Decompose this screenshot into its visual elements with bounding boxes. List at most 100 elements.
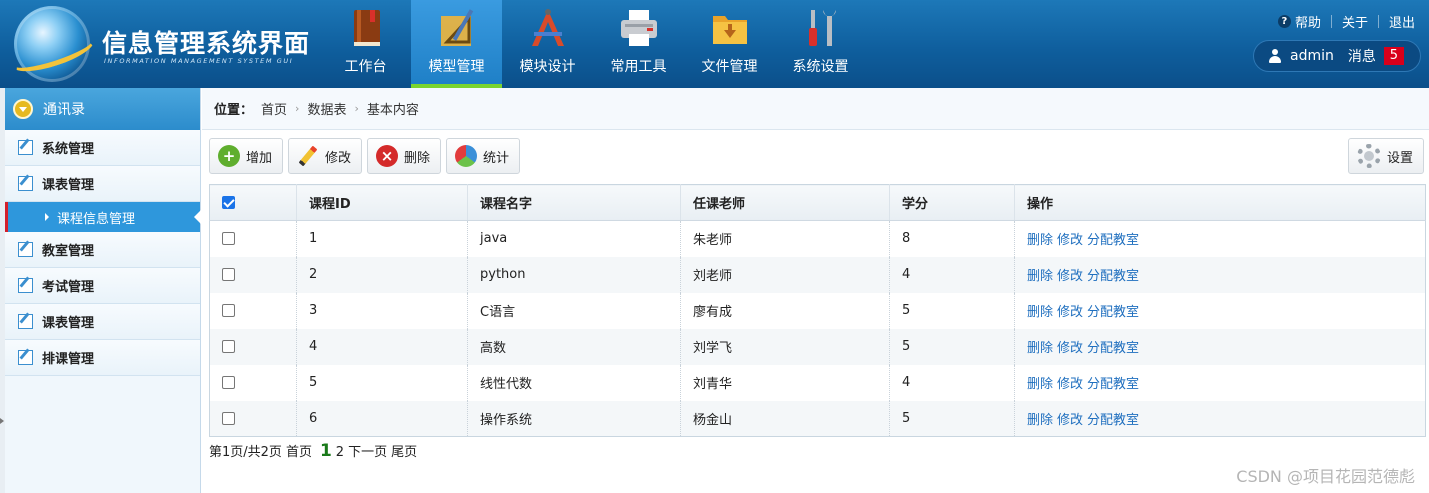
username[interactable]: admin	[1290, 48, 1334, 64]
edit-icon	[18, 350, 33, 365]
row-assign-classroom-link[interactable]: 分配教室	[1087, 341, 1139, 356]
table-header-row: 课程ID 课程名字 任课老师 学分 操作	[209, 184, 1426, 221]
column-header-credit[interactable]: 学分	[889, 184, 1015, 221]
breadcrumb-home[interactable]: 首页	[261, 99, 287, 118]
row-checkbox[interactable]	[222, 376, 235, 389]
cell-teacher: 刘青华	[680, 364, 890, 401]
sidebar-header[interactable]: 通讯录	[5, 88, 200, 130]
edit-icon	[18, 140, 33, 155]
nav-item-file-management[interactable]: 文件管理	[684, 0, 775, 88]
sidebar-item-exam-management[interactable]: 考试管理	[5, 268, 200, 304]
add-button[interactable]: + 增加	[209, 138, 284, 174]
expand-arrow-icon[interactable]	[0, 418, 4, 424]
sidebar-item-schedule-management-2[interactable]: 课表管理	[5, 304, 200, 340]
cell-course-name: 操作系统	[467, 400, 681, 437]
cell-teacher: 刘老师	[680, 256, 890, 293]
course-table: 课程ID 课程名字 任课老师 学分 操作 1 java 朱老师 8 删除 修改 分配…	[209, 184, 1426, 437]
row-edit-link[interactable]: 修改	[1057, 377, 1083, 392]
cell-credit: 5	[889, 400, 1015, 437]
row-delete-link[interactable]: 删除	[1027, 269, 1053, 284]
row-checkbox[interactable]	[222, 340, 235, 353]
wrench-screwdriver-icon	[809, 10, 836, 46]
nav-item-system-settings[interactable]: 系统设置	[775, 0, 866, 88]
nav-label: 系统设置	[792, 59, 849, 75]
sidebar-item-label: 考试管理	[42, 280, 95, 295]
edit-button[interactable]: 修改	[288, 138, 363, 174]
messages-link[interactable]: 消息	[1348, 46, 1376, 66]
divider	[1377, 15, 1379, 28]
sidebar-item-course-arrangement[interactable]: 排课管理	[5, 340, 200, 376]
sidebar-subitem-course-info[interactable]: 课程信息管理	[5, 202, 201, 232]
row-assign-classroom-link[interactable]: 分配教室	[1087, 377, 1139, 392]
nav-item-common-tools[interactable]: 常用工具	[593, 0, 684, 88]
close-icon: ×	[376, 145, 399, 167]
delete-button-label: 删除	[404, 150, 431, 166]
row-select-cell	[209, 292, 297, 329]
book-icon	[354, 10, 380, 46]
sidebar-header-label: 通讯录	[43, 102, 85, 118]
nav-item-workbench[interactable]: 工作台	[320, 0, 411, 88]
row-checkbox[interactable]	[222, 232, 235, 246]
row-delete-link[interactable]: 删除	[1027, 341, 1053, 356]
nav-item-module-design[interactable]: 模块设计	[502, 0, 593, 88]
row-assign-classroom-link[interactable]: 分配教室	[1087, 233, 1139, 248]
row-edit-link[interactable]: 修改	[1057, 233, 1083, 248]
row-checkbox[interactable]	[222, 304, 235, 317]
row-select-cell	[209, 364, 297, 401]
row-assign-classroom-link[interactable]: 分配教室	[1087, 269, 1139, 284]
nav-item-model-management[interactable]: 模型管理	[411, 0, 502, 88]
cell-course-id: 3	[296, 292, 468, 329]
row-edit-link[interactable]: 修改	[1057, 305, 1083, 320]
collapse-arrow-icon	[13, 99, 33, 119]
header-bar: 信息管理系统界面 INFORMATION MANAGEMENT SYSTEM G…	[0, 0, 1429, 88]
select-all-checkbox[interactable]	[222, 196, 235, 209]
row-assign-classroom-link[interactable]: 分配教室	[1087, 305, 1139, 320]
row-edit-link[interactable]: 修改	[1057, 413, 1083, 428]
last-page-link[interactable]: 尾页	[391, 441, 417, 460]
sidebar-item-system-management[interactable]: 系统管理	[5, 130, 200, 166]
logout-link[interactable]: 退出	[1389, 12, 1415, 31]
select-all-cell	[209, 184, 297, 221]
next-page-link[interactable]: 下一页	[348, 441, 387, 460]
edit-icon	[18, 278, 33, 293]
cell-course-name: 高数	[467, 328, 681, 365]
row-delete-link[interactable]: 删除	[1027, 377, 1053, 392]
column-header-course-name[interactable]: 课程名字	[467, 184, 681, 221]
page-2-link[interactable]: 2	[336, 445, 344, 460]
table-row: 2 python 刘老师 4 删除 修改 分配教室	[209, 256, 1426, 293]
sidebar-item-classroom-management[interactable]: 教室管理	[5, 232, 200, 268]
edit-icon	[18, 176, 33, 191]
cell-teacher: 朱老师	[680, 220, 890, 257]
about-link[interactable]: 关于	[1342, 12, 1368, 31]
breadcrumb-datatable[interactable]: 数据表	[307, 99, 346, 118]
row-delete-link[interactable]: 删除	[1027, 413, 1053, 428]
messages-count-badge[interactable]: 5	[1383, 47, 1404, 65]
settings-button-label: 设置	[1387, 150, 1414, 166]
delete-button[interactable]: × 删除	[367, 138, 442, 174]
row-checkbox[interactable]	[222, 411, 235, 425]
row-edit-link[interactable]: 修改	[1057, 341, 1083, 356]
row-edit-link[interactable]: 修改	[1057, 269, 1083, 284]
help-icon[interactable]: ?	[1277, 15, 1291, 28]
folder-icon	[713, 16, 747, 44]
row-select-cell	[209, 256, 297, 293]
cell-course-id: 4	[296, 328, 468, 365]
sidebar-item-label: 课表管理	[42, 316, 95, 331]
sidebar-item-schedule-management[interactable]: 课表管理	[5, 166, 200, 202]
column-header-course-id[interactable]: 课程ID	[296, 184, 468, 221]
settings-button[interactable]: 设置	[1348, 138, 1425, 174]
stats-button[interactable]: 统计	[446, 138, 521, 174]
help-link[interactable]: 帮助	[1295, 12, 1321, 31]
pencil-icon	[297, 145, 319, 167]
cell-course-name: java	[467, 220, 681, 257]
first-page-link[interactable]: 首页	[286, 441, 312, 460]
row-assign-classroom-link[interactable]: 分配教室	[1087, 413, 1139, 428]
row-delete-link[interactable]: 删除	[1027, 233, 1053, 248]
cell-course-name: 线性代数	[467, 364, 681, 401]
watermark-text: CSDN @项目花园范德彪	[1236, 467, 1415, 486]
row-checkbox[interactable]	[222, 268, 235, 281]
breadcrumb: 位置： 首页 › 数据表 › 基本内容	[202, 88, 1429, 130]
column-header-teacher[interactable]: 任课老师	[680, 184, 890, 221]
top-links: ? 帮助 关于 退出	[1277, 12, 1415, 31]
row-delete-link[interactable]: 删除	[1027, 305, 1053, 320]
